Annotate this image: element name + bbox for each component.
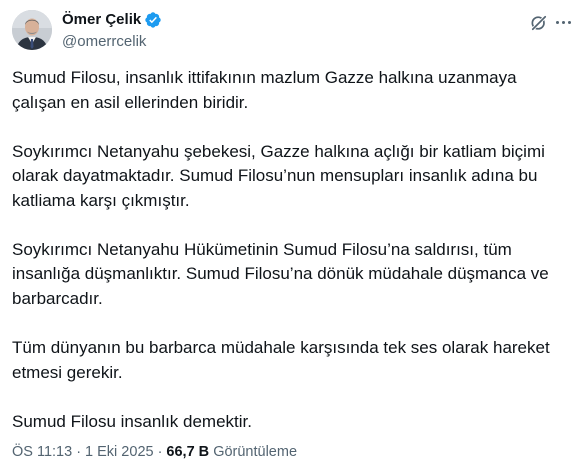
tweet-paragraph: Tüm dünyanın bu barbarca müdahale karşıs… xyxy=(12,337,550,382)
verified-badge-icon xyxy=(145,12,161,28)
author-name[interactable]: Ömer Çelik xyxy=(62,10,141,30)
tweet-date[interactable]: 1 Eki 2025 xyxy=(85,444,154,460)
tweet-paragraph: Soykırımcı Netanyahu şebekesi, Gazze hal… xyxy=(12,141,545,210)
author-name-row[interactable]: Ömer Çelik xyxy=(62,10,162,30)
avatar[interactable] xyxy=(12,10,52,50)
author-handle[interactable]: @omerrcelik xyxy=(62,32,146,52)
views-label: Görüntüleme xyxy=(213,444,298,460)
tweet-paragraph: Sumud Filosu insanlık demektir. xyxy=(12,411,252,431)
grok-icon[interactable] xyxy=(529,13,549,33)
tweet-time[interactable]: ÖS 11:13 xyxy=(12,444,72,460)
views-count: 66,7 B xyxy=(166,444,210,460)
tweet-paragraph: Soykırımcı Netanyahu Hükümetinin Sumud F… xyxy=(12,239,549,308)
meta-separator: · xyxy=(76,444,82,460)
avatar-image xyxy=(12,10,52,50)
tweet-paragraph: Sumud Filosu, insanlık ittifakının mazlu… xyxy=(12,68,517,112)
tweet-text: Sumud Filosu, insanlık ittifakının mazlu… xyxy=(12,66,568,458)
tweet-meta: ÖS 11:13 · 1 Eki 2025 · 66,7 B Görüntüleme xyxy=(12,442,297,462)
meta-separator: · xyxy=(157,444,163,460)
more-options-icon[interactable] xyxy=(556,21,571,24)
